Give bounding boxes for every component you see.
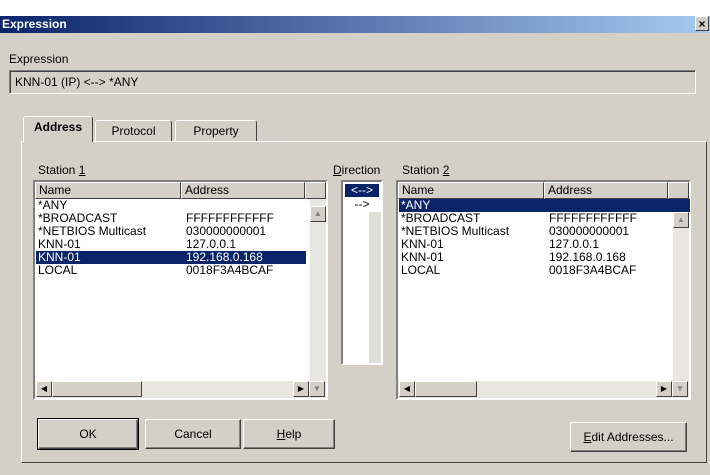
tab-property[interactable]: Property	[175, 120, 257, 142]
station1-header-name[interactable]: Name	[35, 182, 181, 199]
window-title: Expression	[2, 17, 67, 31]
tab-address[interactable]: Address	[23, 116, 93, 142]
station1-header-address[interactable]: Address	[181, 182, 305, 199]
station2-hscroll-thumb[interactable]	[415, 381, 477, 397]
station1-header-filler	[305, 182, 326, 199]
expression-field: KNN-01 (IP) <--> *ANY	[9, 70, 696, 94]
scroll-up-icon[interactable]: ▲	[673, 212, 689, 228]
station1-row[interactable]: LOCAL 0018F3A4BCAF	[36, 264, 306, 277]
tab-property-label: Property	[193, 124, 239, 138]
help-button-rest: elp	[285, 427, 302, 441]
direction-scroll-track	[369, 212, 381, 363]
station2-horizontal-scrollbar[interactable]: ◀ ▶ ▼	[398, 381, 689, 398]
station1-row-name: LOCAL	[38, 263, 78, 277]
station1-hscroll-thumb[interactable]	[52, 381, 142, 397]
scroll-down-icon[interactable]: ▼	[309, 381, 325, 397]
station1-horizontal-scrollbar[interactable]: ◀ ▶ ▼	[35, 381, 326, 398]
station1-label-prefix: Station	[38, 163, 79, 177]
station2-header-name[interactable]: Name	[398, 182, 544, 199]
station1-list[interactable]: Name Address *ANY *BROADCAST FFFFFFFFFFFF…	[33, 180, 328, 400]
edit-addresses-button[interactable]: Edit Addresses...	[570, 422, 687, 452]
direction-label: Direction	[333, 163, 380, 177]
station1-row-address: 0018F3A4BCAF	[186, 263, 274, 277]
ok-button[interactable]: OK	[37, 418, 139, 450]
help-button[interactable]: Help	[243, 419, 335, 449]
station2-label-prefix: Station	[402, 163, 443, 177]
direction-label-key: D	[333, 163, 342, 177]
tab-protocol[interactable]: Protocol	[95, 120, 172, 142]
station2-header-address[interactable]: Address	[544, 182, 668, 199]
cancel-button[interactable]: Cancel	[145, 419, 241, 449]
station2-row-name: LOCAL	[401, 263, 441, 277]
tab-address-label: Address	[33, 120, 83, 134]
station1-label-key: 1	[78, 163, 86, 177]
station2-label-key: 2	[442, 163, 450, 177]
station2-row[interactable]: LOCAL 0018F3A4BCAF	[399, 264, 669, 277]
title-bar: Expression ×	[0, 16, 710, 33]
scroll-right-icon[interactable]: ▶	[293, 381, 309, 397]
station1-vertical-scrollbar[interactable]: ▲	[310, 199, 326, 381]
close-icon[interactable]: ×	[695, 16, 709, 31]
station2-header-filler	[668, 182, 689, 199]
screen-top-margin	[0, 0, 710, 16]
station2-vertical-scrollbar[interactable]: ▲	[673, 212, 689, 381]
direction-label-rest: irection	[341, 163, 381, 177]
scroll-up-icon[interactable]: ▲	[310, 206, 326, 222]
station2-row-address: 0018F3A4BCAF	[549, 263, 637, 277]
station1-label: Station 1	[38, 163, 85, 177]
scroll-down-icon[interactable]: ▼	[672, 381, 688, 397]
scroll-left-icon[interactable]: ◀	[36, 381, 52, 397]
station2-list[interactable]: Name Address *ANY *BROADCAST FFFFFFFFFFFF…	[396, 180, 691, 400]
scroll-right-icon[interactable]: ▶	[656, 381, 672, 397]
edit-addresses-rest: dit Addresses...	[591, 430, 674, 444]
direction-option-right[interactable]: -->	[345, 198, 379, 211]
tab-protocol-label: Protocol	[111, 124, 156, 138]
expression-label: Expression	[9, 52, 69, 66]
scroll-left-icon[interactable]: ◀	[399, 381, 415, 397]
expression-value: KNN-01 (IP) <--> *ANY	[15, 75, 139, 89]
direction-option-both[interactable]: <-->	[345, 184, 379, 197]
direction-list[interactable]: <--> -->	[341, 180, 383, 365]
station2-label: Station 2	[402, 163, 449, 177]
